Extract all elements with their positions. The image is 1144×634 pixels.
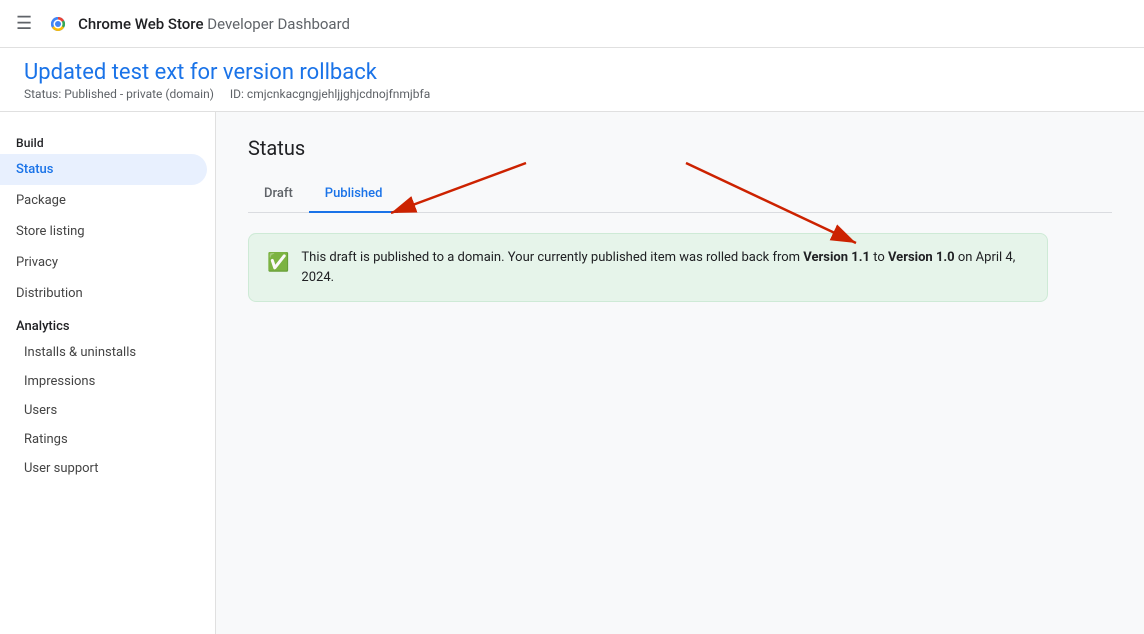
- main-content: Status Draft Published ✅ This draft is p…: [216, 112, 1144, 634]
- page-header: Updated test ext for version rollback St…: [0, 48, 1144, 112]
- chrome-logo: [44, 10, 72, 38]
- sidebar-item-privacy[interactable]: Privacy: [0, 247, 207, 278]
- page-title: Updated test ext for version rollback: [24, 60, 1120, 85]
- status-text: Status: Published - private (domain): [24, 87, 214, 101]
- layout: Build Status Package Store listing Priva…: [0, 112, 1144, 634]
- sidebar-item-status[interactable]: Status: [0, 154, 207, 185]
- success-banner: ✅ This draft is published to a domain. Y…: [248, 233, 1048, 302]
- sidebar-item-user-support[interactable]: User support: [0, 454, 207, 483]
- page-meta: Status: Published - private (domain) ID:…: [24, 87, 1120, 101]
- sidebar-build-label: Build: [0, 128, 215, 154]
- sidebar-item-distribution[interactable]: Distribution: [0, 278, 207, 309]
- logo: Chrome Web Store Developer Dashboard: [44, 10, 350, 38]
- sidebar-item-impressions[interactable]: Impressions: [0, 367, 207, 396]
- sidebar: Build Status Package Store listing Priva…: [0, 112, 216, 634]
- tabs-bar: Draft Published: [248, 176, 1112, 213]
- sidebar-item-installs[interactable]: Installs & uninstalls: [0, 338, 207, 367]
- tab-published[interactable]: Published: [309, 176, 399, 213]
- banner-text: This draft is published to a domain. You…: [301, 248, 1029, 287]
- version-to: Version 1.0: [888, 250, 955, 265]
- topbar-app-name: Chrome Web Store Developer Dashboard: [78, 15, 350, 33]
- sidebar-item-store-listing[interactable]: Store listing: [0, 216, 207, 247]
- menu-icon[interactable]: ☰: [16, 13, 32, 34]
- section-title: Status: [248, 136, 1112, 160]
- sidebar-analytics-label: Analytics: [0, 309, 215, 338]
- extension-id: ID: cmjcnkacgngjehljjghjcdnojfnmjbfa: [230, 87, 430, 101]
- check-circle-icon: ✅: [267, 249, 289, 276]
- topbar: ☰ Chrome Web Store Developer Dashboard: [0, 0, 1144, 48]
- sidebar-item-ratings[interactable]: Ratings: [0, 425, 207, 454]
- sidebar-item-users[interactable]: Users: [0, 396, 207, 425]
- sidebar-item-package[interactable]: Package: [0, 185, 207, 216]
- tab-draft[interactable]: Draft: [248, 176, 309, 213]
- version-from: Version 1.1: [803, 250, 870, 265]
